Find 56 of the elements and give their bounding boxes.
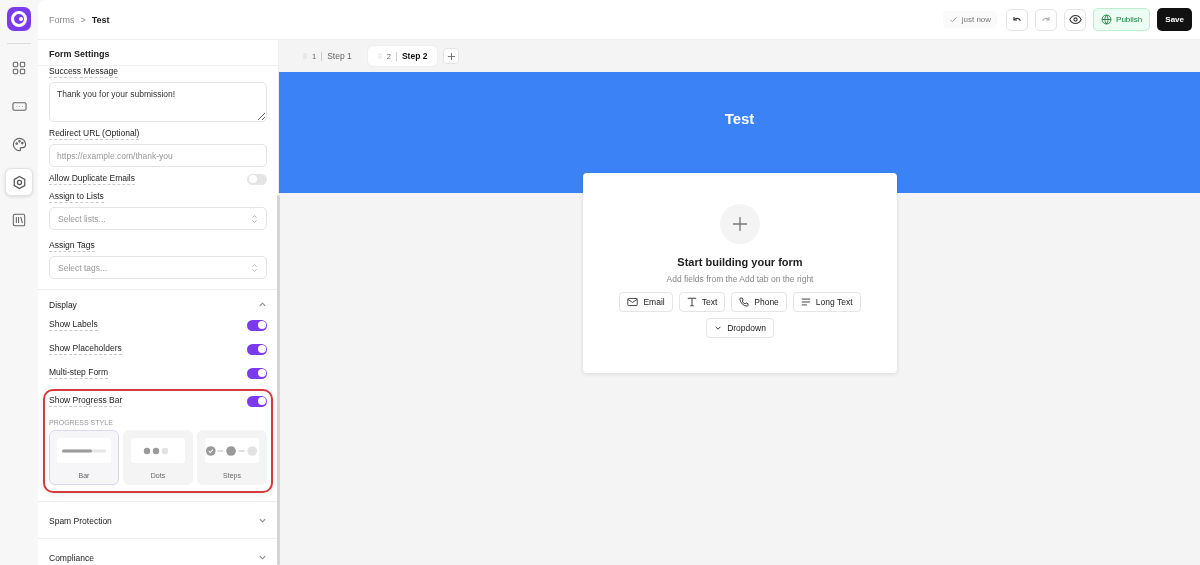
field-label: Redirect URL (Optional) <box>49 128 140 140</box>
setting-label: Multi-step Form <box>49 367 109 379</box>
add-step-button[interactable] <box>443 48 460 64</box>
save-button[interactable]: Save <box>1157 8 1192 31</box>
longtext-field-button[interactable]: Long Text <box>792 292 861 312</box>
section-title: Compliance <box>49 552 94 563</box>
setting-label: Show Labels <box>49 319 98 331</box>
field-label: Assign Tags <box>49 240 95 252</box>
setting-label: Show Placeholders <box>49 343 122 355</box>
up-down-chevron-icon <box>251 213 258 224</box>
phone-icon <box>739 297 750 307</box>
up-down-chevron-icon <box>251 262 258 273</box>
plus-icon <box>446 51 456 61</box>
steps-icon <box>205 444 259 457</box>
envelope-icon <box>627 297 639 307</box>
publish-button[interactable]: Publish <box>1093 8 1151 31</box>
dropdown-field-button[interactable]: Dropdown <box>706 318 774 338</box>
breadcrumb-separator: > <box>80 14 86 25</box>
text-field-button[interactable]: Text <box>678 292 726 312</box>
toggle-switch[interactable] <box>247 395 267 407</box>
logo-icon[interactable] <box>7 7 31 31</box>
toggle-switch[interactable] <box>247 319 267 331</box>
globe-icon <box>1101 14 1113 25</box>
panel-title: Form Settings <box>38 40 278 66</box>
chevron-icon[interactable] <box>258 516 267 525</box>
breadcrumb-link[interactable]: Forms <box>49 14 75 25</box>
setting-label: Allow Duplicate Emails <box>49 173 135 185</box>
section-title: Spam Protection <box>49 515 112 526</box>
empty-heading: Start building your form <box>677 256 803 268</box>
message-textarea[interactable]: Thank you for your submission! <box>49 82 267 122</box>
toggle-switch[interactable] <box>247 367 267 379</box>
toggle-switch[interactable] <box>247 343 267 355</box>
add-field-icon[interactable] <box>720 204 760 244</box>
field-label: Success Message <box>49 66 118 78</box>
chevron-down-icon <box>714 324 723 332</box>
progress-bar-icon <box>62 447 106 454</box>
setting-label: Show Progress Bar <box>49 395 123 407</box>
text-icon <box>686 297 697 307</box>
empty-hint: Add fields from the Add tab on the right <box>666 274 814 284</box>
eye-icon <box>1068 13 1082 26</box>
settings-icon[interactable] <box>5 168 33 196</box>
check-icon <box>948 15 958 24</box>
undo-button[interactable] <box>1006 8 1029 31</box>
email-field-button[interactable]: Email <box>619 292 673 312</box>
breadcrumb-current: Test <box>91 14 110 25</box>
chevron-icon[interactable] <box>258 300 267 309</box>
saved-status: just now <box>942 11 998 28</box>
url-input[interactable]: https://example.com/thank-you <box>49 144 267 167</box>
toggle-switch[interactable] <box>247 173 267 185</box>
form-title: Test <box>724 110 755 128</box>
chevron-icon[interactable] <box>258 553 267 562</box>
section-title: Display <box>49 299 77 310</box>
field-label: Assign to Lists <box>49 191 104 203</box>
preview-button[interactable] <box>1064 8 1087 31</box>
phone-field-button[interactable]: Phone <box>731 292 787 312</box>
lines-icon <box>800 297 811 307</box>
